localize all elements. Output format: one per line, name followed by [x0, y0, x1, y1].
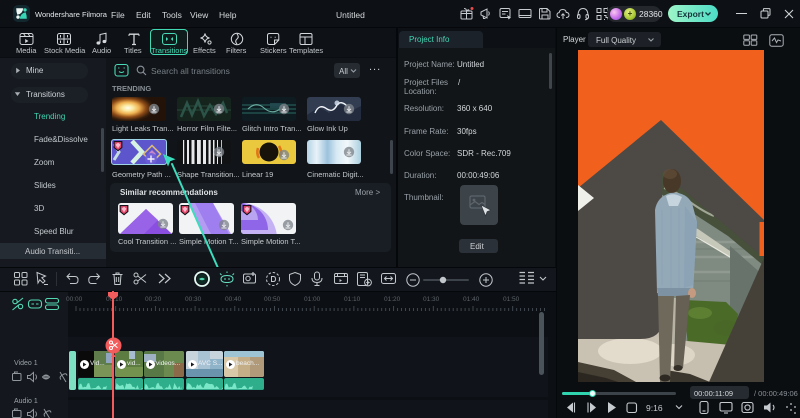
svg-text:9:16: 9:16	[646, 403, 663, 413]
